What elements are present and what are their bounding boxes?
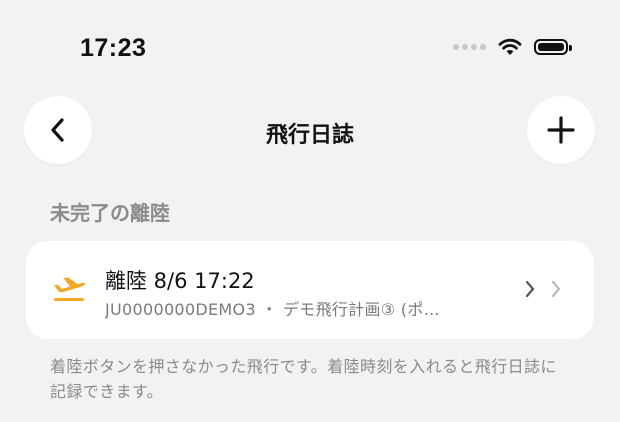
add-button[interactable] xyxy=(527,96,595,164)
incomplete-takeoff-item[interactable]: 離陸 8/6 17:22 JU0000000DEMO3 ・ デモ飛行計画③ (ポ… xyxy=(26,241,594,339)
flight-plan-subtitle: JU0000000DEMO3 ・ デモ飛行計画③ (ポ… xyxy=(105,300,440,319)
airplane-takeoff-icon xyxy=(54,277,85,301)
section-header: 未完了の離陸 xyxy=(50,201,170,225)
plus-icon xyxy=(547,116,575,144)
disclosure-indicators xyxy=(524,279,562,299)
section-footnote: 着陸ボタンを押さなかった飛行です。着陸時刻を入れると飛行日誌に記録できます。 xyxy=(50,357,557,401)
status-bar: 17:23 xyxy=(0,0,620,90)
takeoff-title: 離陸 8/6 17:22 xyxy=(105,269,255,293)
status-time: 17:23 xyxy=(80,34,147,62)
wifi-icon xyxy=(498,38,522,55)
chevron-right-icon xyxy=(525,280,535,298)
cellular-signal-icon xyxy=(453,44,486,50)
battery-icon xyxy=(534,39,572,55)
chevron-right-icon xyxy=(551,280,561,298)
status-icons xyxy=(453,38,572,56)
